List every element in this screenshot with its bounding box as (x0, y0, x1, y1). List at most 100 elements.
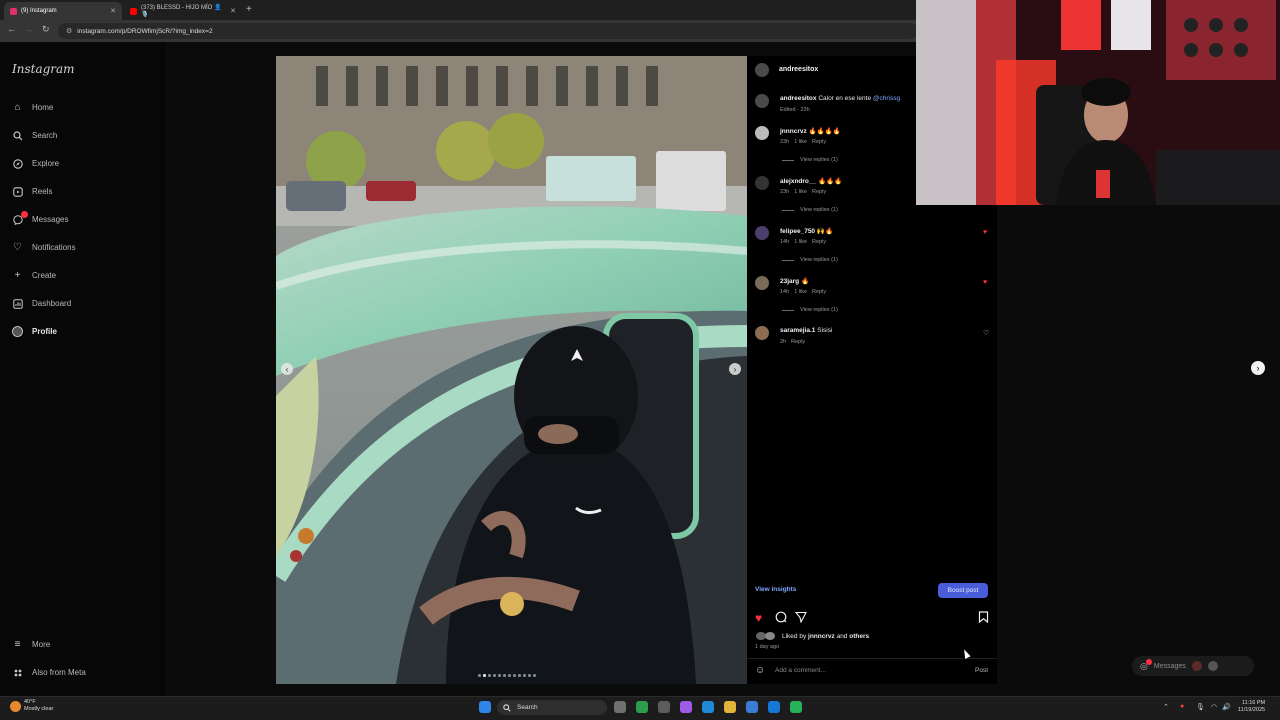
comment-username[interactable]: alejxndro__ (780, 178, 816, 185)
view-replies-label: View replies (1) (800, 257, 838, 263)
outlook-icon[interactable] (768, 701, 780, 713)
show-hidden-icons-icon[interactable]: ⌃ (1163, 703, 1169, 711)
back-arrow-icon[interactable]: ← (7, 24, 16, 34)
view-replies[interactable]: View replies (1) (782, 157, 838, 163)
comment-username[interactable]: jnnncrvz (780, 128, 807, 135)
forward-arrow-icon[interactable]: → (24, 24, 33, 34)
weather-widget[interactable]: 40°F Mostly clear (24, 699, 53, 713)
reply-link[interactable]: Reply (812, 289, 826, 295)
next-post-button[interactable]: › (1251, 361, 1265, 375)
sidebar-item-search[interactable]: Search (12, 130, 57, 141)
author-avatar[interactable] (755, 63, 769, 77)
comment-text: 🙌🔥 (816, 228, 834, 235)
reply-link[interactable]: Reply (812, 139, 826, 145)
copilot-icon[interactable] (680, 701, 692, 713)
comment-meta: 14h 1 like Reply (780, 289, 831, 295)
comment-avatar[interactable] (755, 326, 769, 340)
url-text: instagram.com/p/DROWfimjScR/?img_index=2 (77, 27, 213, 35)
sidebar-item-profile[interactable]: Profile (12, 326, 57, 337)
tray-app-icon[interactable]: ● (1180, 703, 1184, 710)
caption-username[interactable]: andreesitox (780, 95, 817, 102)
liked-by-user[interactable]: jnnncrvz (808, 633, 835, 640)
like-heart-icon[interactable]: ♥ (755, 611, 762, 625)
sidebar-item-reels[interactable]: Reels (12, 186, 52, 197)
previous-image-button[interactable]: ‹ (281, 363, 293, 375)
sidebar-item-dashboard[interactable]: Dashboard (12, 298, 71, 309)
sidebar-item-notifications[interactable]: ♡ Notifications (12, 242, 76, 253)
reply-link[interactable]: Reply (812, 189, 826, 195)
comment-likes[interactable]: 1 like (794, 189, 807, 195)
emoji-icon[interactable]: ☺ (755, 665, 765, 676)
sidebar-item-create[interactable]: + Create (12, 270, 56, 281)
taskbar-search[interactable]: Search (497, 700, 607, 715)
close-tab-icon[interactable]: ✕ (230, 7, 236, 15)
sidebar-item-home[interactable]: ⌂ Home (12, 102, 53, 113)
post-author[interactable]: andreesitox (779, 66, 818, 73)
comment-likes[interactable]: 1 like (794, 289, 807, 295)
windows-start-icon[interactable] (479, 701, 491, 713)
sidebar-item-label: Home (32, 103, 54, 112)
caption-meta: Edited · 23h (780, 107, 810, 113)
chrome-icon[interactable] (636, 701, 648, 713)
tab-label: (373) BLESSD - HIJO MÍO 👤🎙️ (141, 5, 222, 18)
comment-username[interactable]: felipee_750 (780, 228, 815, 235)
task-view-icon[interactable] (614, 701, 626, 713)
new-tab-button[interactable]: + (246, 4, 252, 15)
view-insights-link[interactable]: View insights (755, 586, 796, 593)
caption-avatar[interactable] (755, 94, 769, 108)
comment-avatar[interactable] (755, 126, 769, 140)
comment-username[interactable]: saramejia.1 (780, 327, 815, 334)
sidebar-item-explore[interactable]: Explore (12, 158, 59, 169)
view-replies[interactable]: View replies (1) (782, 207, 838, 213)
reply-link[interactable]: Reply (812, 239, 826, 245)
messages-pill[interactable]: ◎ Messages (1132, 656, 1254, 676)
comment-like-heart-icon[interactable]: ♥ (983, 279, 987, 286)
app-icon[interactable] (658, 701, 670, 713)
share-icon[interactable] (794, 611, 807, 626)
caption-mention[interactable]: @chrissg (873, 95, 900, 102)
store-icon[interactable] (746, 701, 758, 713)
weather-icon[interactable] (10, 701, 21, 712)
site-info-icon[interactable]: ⚙ (66, 27, 72, 35)
search-icon (503, 703, 511, 712)
sidebar-item-more[interactable]: ≡ More (12, 639, 51, 650)
tab-instagram[interactable]: (9) Instagram ✕ (4, 2, 122, 20)
comment-likes[interactable]: 1 like (794, 139, 807, 145)
reload-icon[interactable]: ↻ (42, 24, 50, 35)
comment-time: 23h (780, 139, 790, 145)
wifi-icon[interactable]: ◠ (1211, 703, 1217, 711)
chat-avatar (1191, 661, 1202, 671)
address-bar[interactable]: ⚙ instagram.com/p/DROWfimjScR/?img_index… (58, 23, 918, 39)
post-photo[interactable] (276, 56, 747, 684)
comment-avatar[interactable] (755, 176, 769, 190)
carousel-dot (493, 674, 496, 677)
comment-avatar[interactable] (755, 276, 769, 290)
close-tab-icon[interactable]: ✕ (110, 7, 116, 15)
instagram-logo[interactable]: Instagram (12, 62, 75, 76)
comment-like-heart-icon[interactable]: ♥ (983, 229, 987, 236)
comment-avatar[interactable] (755, 226, 769, 240)
microphone-icon[interactable]: 🎙 (1196, 703, 1205, 711)
view-replies[interactable]: View replies (1) (782, 307, 838, 313)
view-replies[interactable]: View replies (1) (782, 257, 838, 263)
file-explorer-icon[interactable] (724, 701, 736, 713)
boost-post-button[interactable]: Boost post (938, 583, 988, 598)
whatsapp-icon[interactable] (790, 701, 802, 713)
sidebar-item-messages[interactable]: Messages (12, 211, 68, 225)
next-image-button[interactable]: › (729, 363, 741, 375)
bookmark-icon[interactable] (978, 611, 989, 626)
reply-link[interactable]: Reply (791, 339, 805, 345)
comment-username[interactable]: 23jarg (780, 278, 799, 285)
comment-like-heart-icon[interactable]: ♡ (983, 329, 989, 337)
comment-input[interactable]: Add a comment... (775, 667, 826, 674)
liked-by-others[interactable]: others (849, 633, 869, 640)
comment-likes[interactable]: 1 like (794, 239, 807, 245)
post-comment-button[interactable]: Post (975, 667, 988, 674)
edge-icon[interactable] (702, 701, 714, 713)
volume-icon[interactable]: 🔊 (1222, 703, 1231, 711)
comment-text: Sisisi (817, 327, 833, 334)
tab-youtube[interactable]: (373) BLESSD - HIJO MÍO 👤🎙️ ✕ (124, 2, 242, 20)
sidebar-item-also-from-meta[interactable]: Also from Meta (12, 667, 86, 678)
taskbar-clock[interactable]: 11:16 PM 11/19/2025 (1238, 700, 1265, 714)
comment-icon[interactable] (775, 611, 787, 626)
